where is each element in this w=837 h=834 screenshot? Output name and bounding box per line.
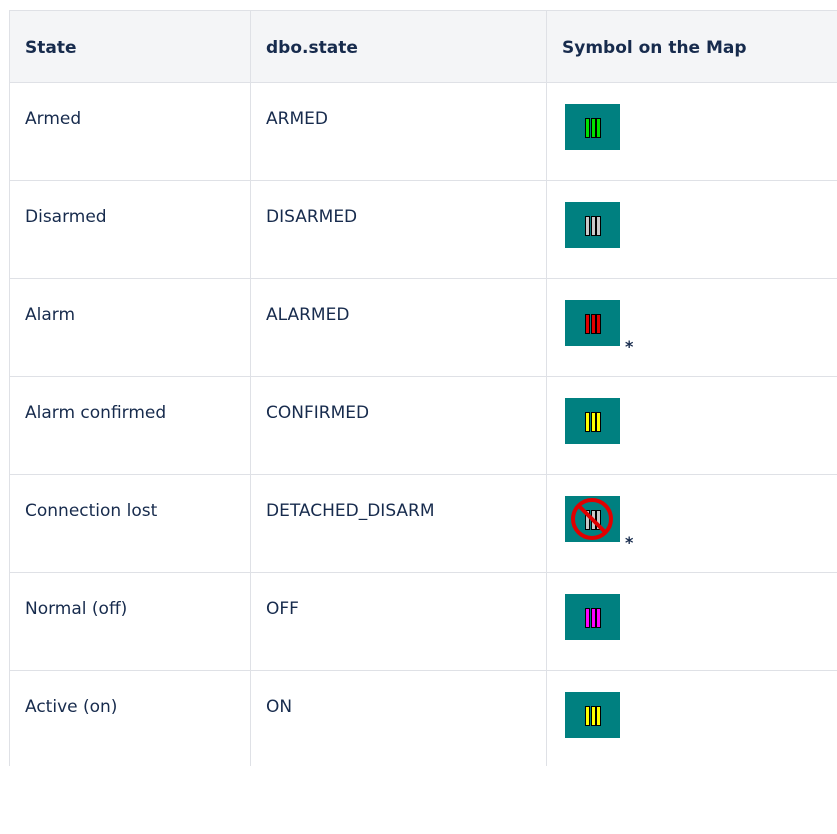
symbol-bar <box>596 216 601 236</box>
symbol-bar <box>590 216 596 236</box>
symbol-bar <box>585 118 590 138</box>
symbol-bar <box>585 216 590 236</box>
symbol-cell <box>546 572 837 671</box>
state-cell: Connection lost <box>9 474 251 573</box>
disarmed-symbol-icon <box>565 202 620 248</box>
dbo-state-cell: CONFIRMED <box>250 376 547 475</box>
header-symbol: Symbol on the Map <box>546 10 837 83</box>
symbol-cell <box>546 670 837 766</box>
symbol-bar <box>585 608 590 628</box>
symbol-bar <box>585 706 590 726</box>
symbol-cell <box>546 180 837 279</box>
symbol-bar <box>596 706 601 726</box>
footnote-asterisk: * <box>625 337 634 356</box>
state-table-container: State dbo.state Symbol on the Map Armed … <box>0 0 837 834</box>
state-cell: Active (on) <box>9 670 251 766</box>
symbol-bar <box>596 118 601 138</box>
symbol-cell <box>546 82 837 181</box>
symbol-bar <box>585 314 590 334</box>
symbol-bar <box>585 412 590 432</box>
alarm-confirmed-symbol-icon <box>565 398 620 444</box>
state-cell: Disarmed <box>9 180 251 279</box>
table-row: Alarm confirmed CONFIRMED <box>9 376 837 475</box>
table-body: Armed ARMED Disarmed DISARMED Alarm ALAR… <box>9 82 837 766</box>
armed-symbol-icon <box>565 104 620 150</box>
dbo-state-cell: ARMED <box>250 82 547 181</box>
no-sign-icon <box>571 498 613 540</box>
table-row: Armed ARMED <box>9 82 837 181</box>
connection-lost-symbol-icon <box>565 496 620 542</box>
header-dbo-state: dbo.state <box>250 10 547 83</box>
symbol-bar <box>590 706 596 726</box>
header-state: State <box>9 10 251 83</box>
footnote-asterisk: * <box>625 533 634 552</box>
dbo-state-cell: ALARMED <box>250 278 547 377</box>
header-row: State dbo.state Symbol on the Map <box>9 10 837 83</box>
state-cell: Alarm confirmed <box>9 376 251 475</box>
state-cell: Normal (off) <box>9 572 251 671</box>
active-on-symbol-icon <box>565 692 620 738</box>
normal-off-symbol-icon <box>565 594 620 640</box>
table-row: Connection lost DETACHED_DISARM * <box>9 474 837 573</box>
dbo-state-cell: ON <box>250 670 547 766</box>
table-row: Active (on) ON <box>9 670 837 766</box>
state-cell: Armed <box>9 82 251 181</box>
table-row: Disarmed DISARMED <box>9 180 837 279</box>
dbo-state-cell: DISARMED <box>250 180 547 279</box>
state-table: State dbo.state Symbol on the Map Armed … <box>9 10 837 766</box>
alarm-symbol-icon <box>565 300 620 346</box>
symbol-cell: * <box>546 278 837 377</box>
symbol-bar <box>590 118 596 138</box>
symbol-bar <box>596 608 601 628</box>
table-row: Alarm ALARMED * <box>9 278 837 377</box>
symbol-bar <box>590 608 596 628</box>
dbo-state-cell: DETACHED_DISARM <box>250 474 547 573</box>
dbo-state-cell: OFF <box>250 572 547 671</box>
symbol-bar <box>590 412 596 432</box>
symbol-cell <box>546 376 837 475</box>
symbol-cell: * <box>546 474 837 573</box>
table-row: Normal (off) OFF <box>9 572 837 671</box>
symbol-bar <box>596 314 601 334</box>
state-cell: Alarm <box>9 278 251 377</box>
symbol-bar <box>590 314 596 334</box>
symbol-bar <box>596 412 601 432</box>
